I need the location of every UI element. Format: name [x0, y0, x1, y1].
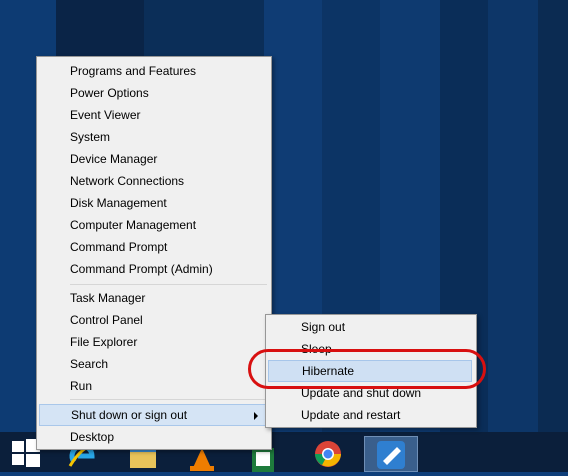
menu-item-network-connections[interactable]: Network Connections — [39, 170, 267, 192]
submenu-arrow-icon — [254, 412, 258, 420]
menu-item-command-prompt[interactable]: Command Prompt — [39, 236, 267, 258]
submenu-item-update-and-restart[interactable]: Update and restart — [268, 404, 472, 426]
menu-item-control-panel[interactable]: Control Panel — [39, 309, 267, 331]
menu-item-desktop[interactable]: Desktop — [39, 426, 267, 448]
menu-item-command-prompt-admin[interactable]: Command Prompt (Admin) — [39, 258, 267, 280]
menu-item-task-manager[interactable]: Task Manager — [39, 287, 267, 309]
menu-item-device-manager[interactable]: Device Manager — [39, 148, 267, 170]
menu-item-disk-management[interactable]: Disk Management — [39, 192, 267, 214]
menu-item-run[interactable]: Run — [39, 375, 267, 397]
chrome-icon[interactable] — [310, 436, 346, 472]
menu-item-system[interactable]: System — [39, 126, 267, 148]
submenu-item-sign-out[interactable]: Sign out — [268, 316, 472, 338]
menu-item-label: Shut down or sign out — [71, 408, 188, 422]
menu-item-event-viewer[interactable]: Event Viewer — [39, 104, 267, 126]
menu-item-search[interactable]: Search — [39, 353, 267, 375]
win-x-context-menu: Programs and Features Power Options Even… — [36, 56, 272, 450]
menu-separator — [70, 284, 267, 285]
menu-item-programs-and-features[interactable]: Programs and Features — [39, 60, 267, 82]
menu-item-shut-down-or-sign-out[interactable]: Shut down or sign out — [39, 404, 267, 426]
menu-item-file-explorer[interactable]: File Explorer — [39, 331, 267, 353]
menu-separator — [70, 399, 267, 400]
menu-item-computer-management[interactable]: Computer Management — [39, 214, 267, 236]
menu-item-power-options[interactable]: Power Options — [39, 82, 267, 104]
paint-app-icon[interactable] — [364, 436, 418, 472]
annotation-highlight-oval — [248, 349, 486, 389]
